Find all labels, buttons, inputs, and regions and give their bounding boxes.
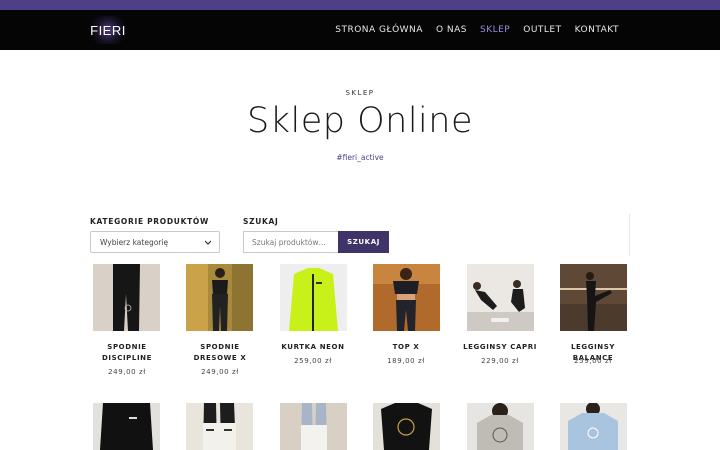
product-image[interactable] bbox=[186, 264, 253, 331]
search-button[interactable]: SZUKAJ bbox=[338, 231, 389, 253]
product-name[interactable]: SPODNIE DISCIPLINE bbox=[87, 342, 167, 364]
nav-item-outlet[interactable]: OUTLET bbox=[523, 25, 561, 35]
product-image[interactable] bbox=[560, 403, 627, 450]
product-price: 259,00 zł bbox=[294, 357, 332, 365]
filter-divider bbox=[629, 214, 630, 256]
product-name[interactable]: SPODNIE DRESOWE X bbox=[180, 342, 260, 364]
product-photo-black-tee bbox=[373, 403, 440, 450]
product-image[interactable] bbox=[280, 403, 347, 450]
nav-item-contact[interactable]: KONTAKT bbox=[575, 25, 619, 35]
product-price: 249,00 zł bbox=[108, 368, 146, 376]
product-name[interactable]: LEGGINSY CAPRI bbox=[460, 342, 540, 353]
nav-item-about[interactable]: O NAS bbox=[436, 25, 467, 35]
search-label: SZUKAJ bbox=[243, 217, 279, 226]
product-image[interactable] bbox=[93, 264, 160, 331]
product-image[interactable] bbox=[467, 264, 534, 331]
nav-item-home[interactable]: STRONA GŁÓWNA bbox=[335, 25, 423, 35]
brand-logo-text: FIERI bbox=[90, 22, 126, 38]
brand-logo[interactable]: FIERI bbox=[88, 16, 128, 44]
category-select-value: Wybierz kategorię bbox=[100, 237, 169, 247]
product-photo-neon-jacket bbox=[280, 264, 347, 331]
chevron-down-icon bbox=[204, 240, 212, 245]
search-input[interactable]: Szukaj produktów… bbox=[243, 231, 338, 253]
product-image[interactable] bbox=[186, 403, 253, 450]
product-price: 189,00 zł bbox=[387, 357, 425, 365]
page-title: Sklep Online bbox=[247, 101, 473, 141]
product-photo-capri bbox=[467, 264, 534, 331]
product-photo-socks-2 bbox=[280, 403, 347, 450]
product-image[interactable] bbox=[280, 264, 347, 331]
product-photo-blue-sweatshirt bbox=[560, 403, 627, 450]
product-photo-balance bbox=[560, 264, 627, 331]
product-photo-socks bbox=[186, 403, 253, 450]
category-filter-label: KATEGORIE PRODUKTÓW bbox=[90, 217, 209, 226]
product-image[interactable] bbox=[373, 403, 440, 450]
search-placeholder: Szukaj produktów… bbox=[252, 237, 327, 247]
product-photo-joggers bbox=[186, 264, 253, 331]
product-price: 229,00 zł bbox=[481, 357, 519, 365]
category-select[interactable]: Wybierz kategorię bbox=[90, 231, 220, 253]
product-image[interactable] bbox=[467, 403, 534, 450]
hashtag-link[interactable]: #fieri_active bbox=[0, 153, 720, 162]
product-image[interactable] bbox=[373, 264, 440, 331]
site-header: FIERI STRONA GŁÓWNA O NAS SKLEP OUTLET K… bbox=[0, 10, 720, 50]
product-image[interactable] bbox=[560, 264, 627, 331]
product-name[interactable]: KURTKA NEON bbox=[273, 342, 353, 353]
product-name[interactable]: TOP X bbox=[366, 342, 446, 353]
product-price: 259,00 zł bbox=[574, 357, 612, 365]
product-image[interactable] bbox=[93, 403, 160, 450]
nav-item-shop[interactable]: SKLEP bbox=[480, 25, 510, 35]
page-eyebrow: SKLEP bbox=[345, 89, 375, 97]
product-photo-grey-hoodie bbox=[467, 403, 534, 450]
product-photo-black-shorts bbox=[93, 403, 160, 450]
top-accent-strip bbox=[0, 0, 720, 10]
product-photo-pants-black bbox=[93, 264, 160, 331]
product-price: 249,00 zł bbox=[201, 368, 239, 376]
product-photo-top bbox=[373, 264, 440, 331]
main-nav: STRONA GŁÓWNA O NAS SKLEP OUTLET KONTAKT bbox=[335, 10, 619, 50]
